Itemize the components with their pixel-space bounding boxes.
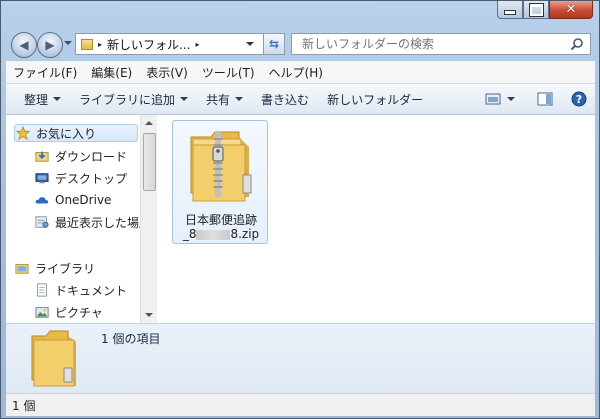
refresh-button[interactable]: ⇆: [263, 33, 285, 55]
sidebar-libraries-label: ライブラリ: [35, 261, 96, 276]
close-button[interactable]: ✕: [549, 1, 593, 19]
help-icon[interactable]: ?: [571, 91, 587, 107]
maximize-button[interactable]: [523, 1, 549, 19]
sidebar-libraries[interactable]: ライブラリ: [14, 259, 95, 277]
chevron-down-icon: [53, 97, 62, 101]
sidebar-item-desktop[interactable]: デスクトップ: [34, 169, 127, 187]
cloud-icon: [35, 197, 49, 204]
file-name-line1: 日本郵便追跡: [184, 213, 257, 227]
sidebar-item-label: OneDrive: [55, 193, 112, 207]
sidebar-item-onedrive[interactable]: OneDrive: [34, 191, 111, 209]
share-label: 共有: [206, 92, 231, 107]
forward-arrow-icon: ▶: [45, 38, 55, 52]
navigation-scrollbar[interactable]: [140, 115, 157, 323]
file-name-prefix: _8: [182, 227, 197, 241]
sidebar-item-pictures[interactable]: ピクチャ: [34, 303, 103, 321]
breadcrumb-separator[interactable]: ▸: [195, 40, 199, 49]
refresh-icon: ⇆: [268, 37, 280, 51]
file-list: 日本郵便追跡 _8 8.zip: [157, 115, 595, 323]
address-bar[interactable]: ▸ 新しいフォル... ▸: [75, 33, 285, 55]
maximize-icon: [528, 2, 544, 17]
pictures-icon: [35, 307, 49, 318]
recent-pages-dropdown[interactable]: [64, 41, 72, 45]
preview-pane-icon[interactable]: [537, 92, 553, 106]
minimize-button[interactable]: [497, 1, 523, 19]
explorer-window: ✕ ◀ ▶ ▸ 新しいフォル... ▸ ⇆ ファイル(F) 編集(E) 表示(V…: [0, 0, 600, 419]
sidebar-item-documents[interactable]: ドキュメント: [34, 281, 127, 299]
burn-button[interactable]: 書き込む: [261, 91, 309, 108]
chevron-down-icon: [180, 97, 189, 101]
svg-text:?: ?: [576, 93, 582, 106]
recent-places-icon: [35, 216, 49, 228]
file-name-line2: _8 8.zip: [173, 227, 269, 241]
desktop-icon: [35, 173, 49, 184]
burn-label: 書き込む: [261, 92, 310, 107]
details-pane: 1 個の項目: [6, 323, 595, 394]
sidebar-favorites[interactable]: お気に入り: [14, 124, 138, 142]
view-options-icon[interactable]: [485, 92, 501, 106]
search-box[interactable]: [291, 33, 591, 55]
breadcrumb-current[interactable]: 新しいフォル...: [107, 36, 190, 53]
scroll-up-icon[interactable]: [145, 121, 153, 125]
navigation-pane: お気に入り ダウンロード デスクトップ OneDrive 最近表示した場所 ライ…: [6, 115, 140, 323]
back-arrow-icon: ◀: [19, 38, 29, 52]
chevron-down-icon: [235, 97, 244, 101]
minimize-icon: [504, 10, 516, 15]
add-to-library-button[interactable]: ライブラリに追加: [79, 91, 189, 108]
menu-file[interactable]: ファイル(F): [13, 64, 77, 81]
file-name-suffix: 8.zip: [230, 227, 260, 241]
star-icon: [15, 126, 31, 140]
menu-tools[interactable]: ツール(T): [202, 64, 255, 81]
redacted-text: [196, 229, 231, 240]
item-count: 1 個の項目: [101, 332, 161, 346]
menu-help[interactable]: ヘルプ(H): [269, 64, 323, 81]
menu-edit[interactable]: 編集(E): [91, 64, 132, 81]
sidebar-item-label: ピクチャ: [55, 305, 103, 320]
sidebar-item-label: ダウンロード: [55, 149, 128, 164]
scroll-thumb[interactable]: [143, 133, 156, 191]
folder-icon: [81, 38, 93, 50]
new-folder-button[interactable]: 新しいフォルダー: [327, 91, 423, 108]
address-dropdown-icon[interactable]: [246, 42, 254, 46]
command-bar: 整理 ライブラリに追加 共有 書き込む 新しいフォルダー ?: [6, 84, 595, 115]
close-icon: ✕: [565, 2, 577, 17]
search-input[interactable]: [300, 36, 564, 52]
search-icon[interactable]: [570, 37, 584, 51]
organize-button[interactable]: 整理: [24, 91, 62, 108]
breadcrumb-separator[interactable]: ▸: [98, 40, 102, 49]
file-item-zip[interactable]: 日本郵便追跡 _8 8.zip: [172, 120, 268, 244]
new-folder-label: 新しいフォルダー: [327, 92, 424, 107]
sidebar-item-recent-places[interactable]: 最近表示した場所: [34, 213, 140, 231]
view-dropdown-icon[interactable]: [507, 97, 515, 101]
sidebar-item-label: デスクトップ: [55, 171, 128, 186]
folder-preview-icon: [31, 330, 76, 387]
sidebar-favorites-label: お気に入り: [36, 126, 97, 141]
title-bar: ✕: [1, 1, 599, 23]
share-button[interactable]: 共有: [206, 91, 244, 108]
sidebar-item-label: ドキュメント: [55, 283, 128, 298]
zip-folder-icon: [190, 131, 252, 202]
menu-bar: ファイル(F) 編集(E) 表示(V) ツール(T) ヘルプ(H): [6, 61, 595, 84]
menu-view[interactable]: 表示(V): [146, 64, 188, 81]
sidebar-item-label: 最近表示した場所: [55, 215, 140, 230]
status-bar: 1 個: [6, 393, 595, 416]
documents-icon: [37, 283, 47, 297]
add-to-library-label: ライブラリに追加: [79, 92, 176, 107]
library-icon: [15, 264, 29, 274]
forward-button[interactable]: ▶: [37, 32, 63, 58]
organize-label: 整理: [24, 92, 49, 107]
navigation-row: ◀ ▶ ▸ 新しいフォル... ▸ ⇆: [1, 23, 599, 59]
content-area: お気に入り ダウンロード デスクトップ OneDrive 最近表示した場所 ライ…: [6, 115, 595, 323]
back-button[interactable]: ◀: [11, 32, 37, 58]
scroll-down-icon[interactable]: [145, 313, 153, 317]
downloads-folder-icon: [35, 151, 49, 162]
sidebar-item-downloads[interactable]: ダウンロード: [34, 147, 127, 165]
status-text: 1 個: [12, 398, 36, 413]
